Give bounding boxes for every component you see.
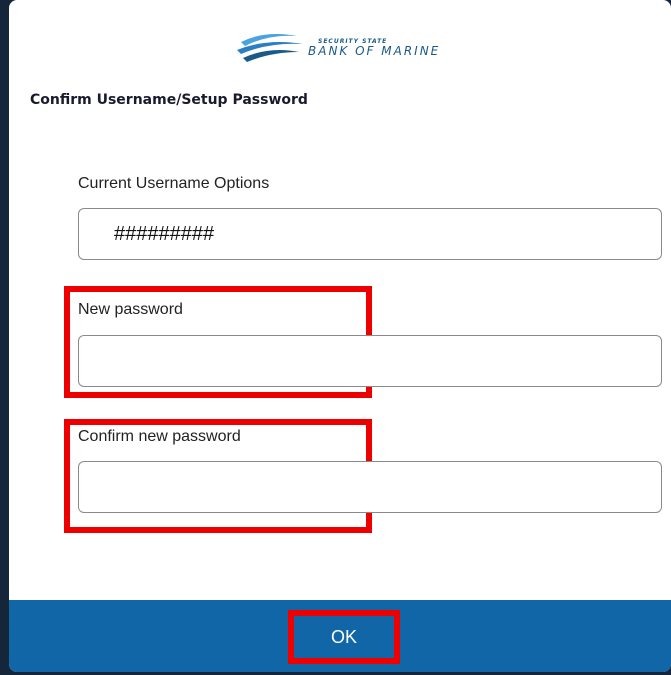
username-field[interactable] (78, 208, 662, 260)
new-password-label: New password (78, 301, 183, 318)
new-password-field[interactable] (78, 335, 662, 387)
setup-password-dialog: SECURITY STATE BANK OF MARINE Confirm Us… (9, 0, 671, 672)
logo-name: BANK OF MARINE (308, 44, 441, 58)
wave-logo-icon (237, 34, 303, 62)
dialog-footer: OK (9, 600, 671, 672)
bank-logo: SECURITY STATE BANK OF MARINE (235, 26, 475, 68)
username-label: Current Username Options (78, 175, 270, 192)
confirm-password-label: Confirm new password (78, 428, 241, 445)
dialog-title: Confirm Username/Setup Password (30, 92, 308, 108)
confirm-password-field[interactable] (78, 461, 662, 513)
ok-button[interactable]: OK (288, 610, 400, 664)
